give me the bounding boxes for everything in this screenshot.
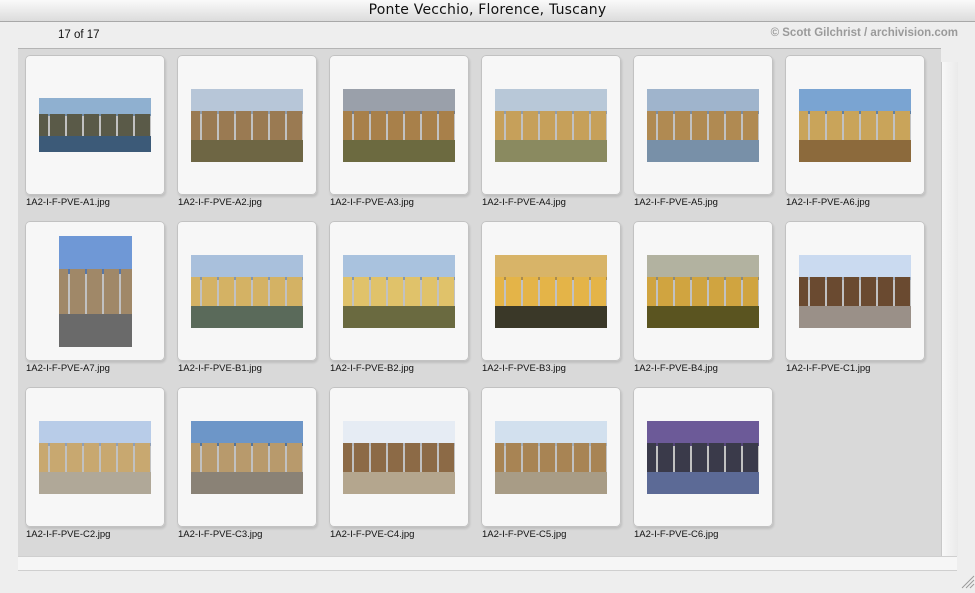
thumbnail-card[interactable] xyxy=(25,55,165,195)
photo-buildings xyxy=(799,276,911,308)
thumbnail-image[interactable] xyxy=(647,89,759,162)
thumbnail-card[interactable] xyxy=(633,387,773,527)
thumbnail-card[interactable] xyxy=(25,221,165,361)
photo-buildings xyxy=(343,276,455,308)
photo-foreground xyxy=(343,140,455,162)
thumbnail-image[interactable] xyxy=(799,89,911,162)
thumbnail-filename: 1A2-I-F-PVE-B1.jpg xyxy=(178,363,262,374)
thumbnail-card[interactable] xyxy=(481,55,621,195)
photo-foreground xyxy=(39,472,151,494)
photo-buildings xyxy=(343,442,455,474)
thumbnail-filename: 1A2-I-F-PVE-C4.jpg xyxy=(330,529,415,540)
vertical-scrollbar[interactable] xyxy=(941,62,958,556)
photo-foreground xyxy=(495,472,607,494)
thumbnail-image[interactable] xyxy=(495,255,607,328)
thumbnail-image[interactable] xyxy=(191,89,303,162)
thumbnail-filename: 1A2-I-F-PVE-A4.jpg xyxy=(482,197,566,208)
window-title: Ponte Vecchio, Florence, Tuscany xyxy=(368,2,607,18)
thumbnail-image[interactable] xyxy=(647,255,759,328)
thumbnail-filename: 1A2-I-F-PVE-C3.jpg xyxy=(178,529,263,540)
thumbnail-card[interactable] xyxy=(177,221,317,361)
info-bar: 17 of 17 © Scott Gilchrist / archivision… xyxy=(0,22,975,48)
photo-foreground xyxy=(39,135,151,152)
thumbnail-filename: 1A2-I-F-PVE-A3.jpg xyxy=(330,197,414,208)
photo-buildings xyxy=(39,442,151,474)
thumbnail-grid: 1A2-I-F-PVE-A1.jpg 1A2-I-F-PVE-A2.jpg 1A2-… xyxy=(18,48,941,557)
thumbnail-card[interactable] xyxy=(633,55,773,195)
thumbnail-filename: 1A2-I-F-PVE-C1.jpg xyxy=(786,363,871,374)
thumbnail-card[interactable] xyxy=(481,221,621,361)
photo-buildings xyxy=(191,110,303,142)
photo-buildings xyxy=(799,110,911,142)
thumbnail-card[interactable] xyxy=(329,221,469,361)
copyright-credit: © Scott Gilchrist / archivision.com xyxy=(770,27,958,39)
thumbnail-filename: 1A2-I-F-PVE-A6.jpg xyxy=(786,197,870,208)
thumbnail-filename: 1A2-I-F-PVE-C5.jpg xyxy=(482,529,567,540)
photo-buildings xyxy=(647,442,759,474)
thumbnail-filename: 1A2-I-F-PVE-A2.jpg xyxy=(178,197,262,208)
photo-buildings xyxy=(495,442,607,474)
photo-foreground xyxy=(191,140,303,162)
photo-foreground xyxy=(343,472,455,494)
photo-foreground xyxy=(191,472,303,494)
photo-foreground xyxy=(495,140,607,162)
photo-buildings xyxy=(495,110,607,142)
photo-foreground xyxy=(647,472,759,494)
thumbnail-image[interactable] xyxy=(495,421,607,494)
thumbnail-card[interactable] xyxy=(177,387,317,527)
thumbnail-image[interactable] xyxy=(343,421,455,494)
thumbnail-filename: 1A2-I-F-PVE-A7.jpg xyxy=(26,363,110,374)
photo-buildings xyxy=(495,276,607,308)
thumbnail-filename: 1A2-I-F-PVE-C6.jpg xyxy=(634,529,719,540)
thumbnail-card[interactable] xyxy=(329,387,469,527)
thumbnail-card[interactable] xyxy=(329,55,469,195)
photo-buildings xyxy=(647,276,759,308)
photo-buildings xyxy=(191,442,303,474)
title-bar: Ponte Vecchio, Florence, Tuscany xyxy=(0,0,975,22)
thumbnail-filename: 1A2-I-F-PVE-B2.jpg xyxy=(330,363,414,374)
image-count: 17 of 17 xyxy=(58,29,100,41)
thumbnail-card[interactable] xyxy=(633,221,773,361)
photo-foreground xyxy=(495,306,607,328)
thumbnail-image[interactable] xyxy=(647,421,759,494)
thumbnail-card[interactable] xyxy=(177,55,317,195)
thumbnail-image[interactable] xyxy=(799,255,911,328)
photo-buildings xyxy=(191,276,303,308)
thumbnail-filename: 1A2-I-F-PVE-C2.jpg xyxy=(26,529,111,540)
thumbnail-image[interactable] xyxy=(495,89,607,162)
horizontal-scrollbar[interactable] xyxy=(18,556,957,571)
photo-buildings xyxy=(647,110,759,142)
thumbnail-image[interactable] xyxy=(343,255,455,328)
photo-sky xyxy=(59,236,132,274)
photo-foreground xyxy=(799,140,911,162)
thumbnail-filename: 1A2-I-F-PVE-B3.jpg xyxy=(482,363,566,374)
photo-foreground xyxy=(647,306,759,328)
photo-buildings xyxy=(343,110,455,142)
thumbnail-card[interactable] xyxy=(481,387,621,527)
thumbnail-filename: 1A2-I-F-PVE-B4.jpg xyxy=(634,363,718,374)
thumbnail-image[interactable] xyxy=(191,255,303,328)
thumbnail-filename: 1A2-I-F-PVE-A5.jpg xyxy=(634,197,718,208)
thumbnail-image[interactable] xyxy=(191,421,303,494)
thumbnail-filename: 1A2-I-F-PVE-A1.jpg xyxy=(26,197,110,208)
photo-foreground xyxy=(799,306,911,328)
photo-foreground xyxy=(59,313,132,347)
photo-foreground xyxy=(343,306,455,328)
thumbnail-card[interactable] xyxy=(785,221,925,361)
thumbnail-card[interactable] xyxy=(25,387,165,527)
photo-buildings xyxy=(59,269,132,316)
thumbnail-card[interactable] xyxy=(785,55,925,195)
thumbnail-image[interactable] xyxy=(39,421,151,494)
thumbnail-image[interactable] xyxy=(343,89,455,162)
thumbnail-image[interactable] xyxy=(59,236,132,347)
thumbnail-image[interactable] xyxy=(39,98,151,152)
resize-grip-icon[interactable] xyxy=(958,571,975,589)
photo-foreground xyxy=(647,140,759,162)
photo-foreground xyxy=(191,306,303,328)
photo-buildings xyxy=(39,114,151,137)
